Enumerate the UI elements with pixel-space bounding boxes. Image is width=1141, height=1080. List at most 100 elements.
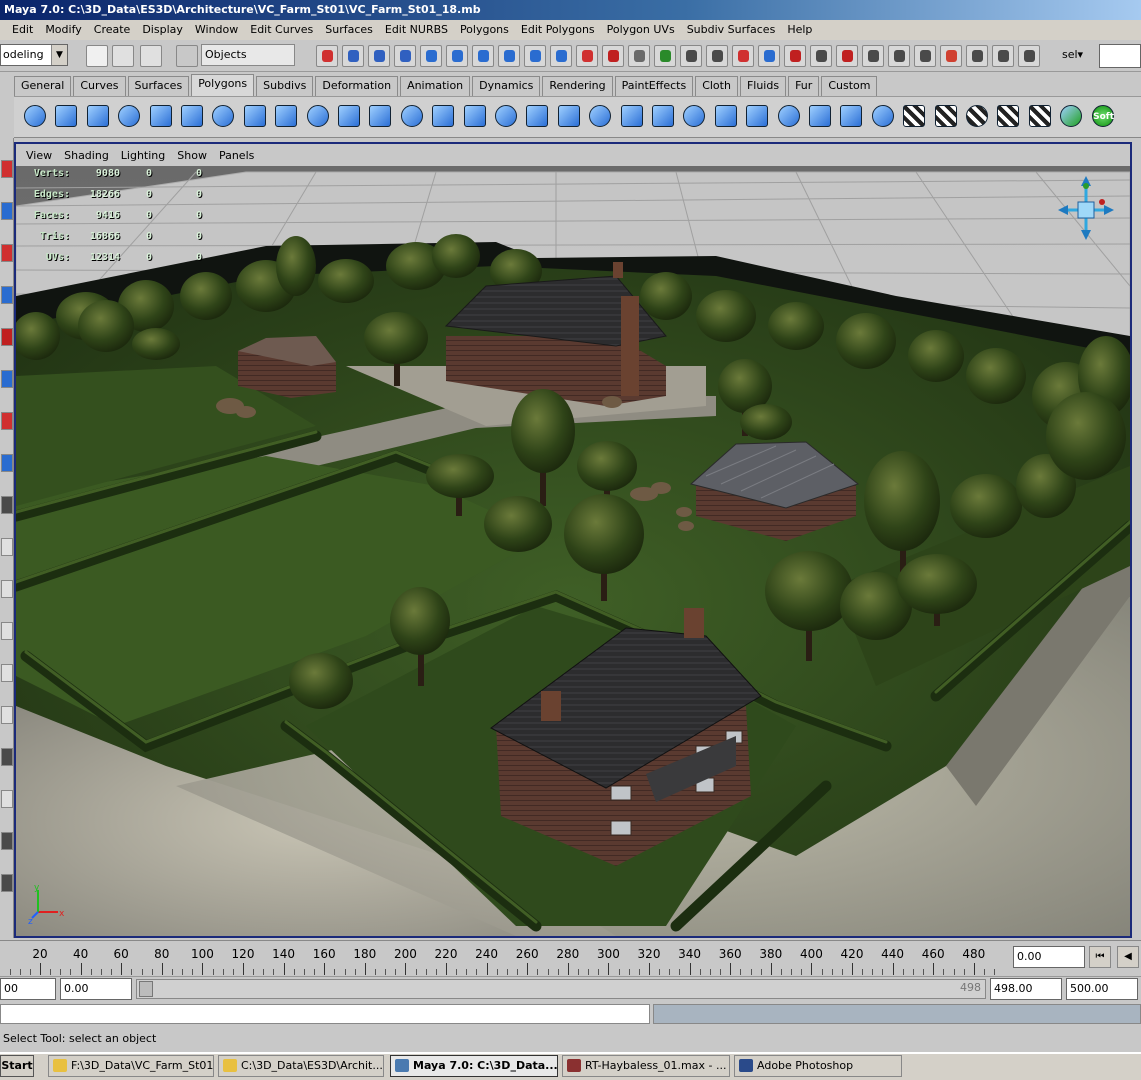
selection-mask-field[interactable]: Objects: [201, 44, 295, 66]
menu-edit-polygons[interactable]: Edit Polygons: [515, 20, 601, 40]
range-slider[interactable]: 498: [136, 979, 986, 999]
selection-constraint-icon[interactable]: [1056, 101, 1086, 131]
scale-tool-icon[interactable]: [1, 328, 13, 346]
joint-icon[interactable]: [524, 45, 546, 67]
warning-icon[interactable]: [1, 874, 13, 892]
menu-edit-nurbs[interactable]: Edit NURBS: [379, 20, 454, 40]
manipulator-icon[interactable]: [1, 370, 13, 388]
select-by-hierarchy-icon[interactable]: [316, 45, 338, 67]
start-button[interactable]: Start: [0, 1055, 34, 1077]
cylindrical-mapping-icon[interactable]: [774, 101, 804, 131]
move-constraint-icon[interactable]: [420, 45, 442, 67]
tab-fluids[interactable]: Fluids: [739, 76, 787, 96]
persp-graph-icon[interactable]: [1, 664, 13, 682]
menu-edit[interactable]: Edit: [6, 20, 39, 40]
ipr-render-icon[interactable]: [862, 45, 884, 67]
subdivide-icon[interactable]: [648, 101, 678, 131]
extrude-face-icon[interactable]: [365, 101, 395, 131]
flag-icon[interactable]: [899, 101, 929, 131]
append-polygon-icon[interactable]: [522, 101, 552, 131]
channel-box-icon[interactable]: [914, 45, 936, 67]
move-tool-icon[interactable]: [1, 244, 13, 262]
layout-icon[interactable]: [1018, 45, 1040, 67]
planar-mapping-icon[interactable]: [742, 101, 772, 131]
view-axis-icon[interactable]: [1058, 176, 1114, 240]
last-tool-icon[interactable]: [1, 496, 13, 514]
tab-dynamics[interactable]: Dynamics: [472, 76, 541, 96]
layout-icon[interactable]: [1, 790, 13, 808]
wedge-faces-icon[interactable]: [617, 101, 647, 131]
menu-polygon-uvs[interactable]: Polygon UVs: [601, 20, 681, 40]
taskbar-item[interactable]: F:\3D_Data\VC_Farm_St01: [48, 1055, 214, 1077]
construction-history-icon[interactable]: [810, 45, 832, 67]
perspective-viewport[interactable]: x y z Verts: 9080 0 0 Edges: 18266 0 0 Faces: 941…: [16, 166, 1130, 936]
sculpt-icon[interactable]: [962, 101, 992, 131]
chevron-down-icon[interactable]: ▼: [51, 45, 67, 65]
taskbar-item[interactable]: C:\3D_Data\ES3D\Archit...: [218, 1055, 384, 1077]
taskbar-item[interactable]: Adobe Photoshop: [734, 1055, 902, 1077]
pick-mask-icon[interactable]: [394, 45, 416, 67]
poly-torus-icon[interactable]: [177, 101, 207, 131]
show-manipulator-icon[interactable]: [1, 454, 13, 472]
extrude-edge-icon[interactable]: [397, 101, 427, 131]
menu-help[interactable]: Help: [781, 20, 818, 40]
extract-icon[interactable]: [491, 101, 521, 131]
step-back-icon[interactable]: ◀: [1117, 946, 1139, 968]
soft-mod-icon[interactable]: [1, 412, 13, 430]
uv-texture-editor-icon[interactable]: [868, 101, 898, 131]
menu-surfaces[interactable]: Surfaces: [319, 20, 379, 40]
playback-end-field[interactable]: 498.00: [990, 978, 1062, 1000]
menu-set-select[interactable]: odeling ▼: [0, 44, 68, 66]
select-by-component-icon[interactable]: [368, 45, 390, 67]
duplicate-face-icon[interactable]: [460, 101, 490, 131]
save-scene-icon[interactable]: [140, 45, 162, 67]
playback-start-field[interactable]: 0.00: [60, 978, 132, 1000]
menu-modify[interactable]: Modify: [39, 20, 87, 40]
panel-menu-lighting[interactable]: Lighting: [115, 149, 171, 162]
tool-settings-icon[interactable]: [966, 45, 988, 67]
panel-menu-show[interactable]: Show: [171, 149, 213, 162]
menu-subdiv-surfaces[interactable]: Subdiv Surfaces: [681, 20, 782, 40]
split-polygon-icon[interactable]: [554, 101, 584, 131]
go-to-start-icon[interactable]: ⏮: [1089, 946, 1111, 968]
snap-curve-icon[interactable]: [706, 45, 728, 67]
poly-cone-icon[interactable]: [114, 101, 144, 131]
tab-painteffects[interactable]: PaintEffects: [614, 76, 694, 96]
tab-custom[interactable]: Custom: [821, 76, 878, 96]
tab-polygons[interactable]: Polygons: [191, 74, 255, 96]
rotate-tool-icon[interactable]: [1, 286, 13, 304]
tab-subdivs[interactable]: Subdivs: [256, 76, 314, 96]
handle-icon[interactable]: [576, 45, 598, 67]
snap-point-icon[interactable]: [732, 45, 754, 67]
checker-icon[interactable]: [931, 101, 961, 131]
combine-icon[interactable]: [240, 101, 270, 131]
attribute-editor-icon[interactable]: [940, 45, 962, 67]
current-frame-field[interactable]: 0.00: [1013, 946, 1085, 968]
surface-icon[interactable]: [472, 45, 494, 67]
new-scene-icon[interactable]: [86, 45, 108, 67]
separate-icon[interactable]: [271, 101, 301, 131]
menu-create[interactable]: Create: [88, 20, 137, 40]
snap-grid-icon[interactable]: [680, 45, 702, 67]
auto-mapping-icon[interactable]: [836, 101, 866, 131]
help-icon[interactable]: [654, 45, 676, 67]
tab-curves[interactable]: Curves: [73, 76, 126, 96]
poly-plane-icon[interactable]: [146, 101, 176, 131]
four-pane-icon[interactable]: [1, 580, 13, 598]
time-slider[interactable]: 20 40 60 80 100 120 140 160 180 200 220 240 260 280 30…: [0, 940, 1141, 976]
render-globals-icon[interactable]: [888, 45, 910, 67]
lock-icon[interactable]: [602, 45, 624, 67]
move-tool-icon[interactable]: [993, 101, 1023, 131]
animation-end-field[interactable]: 500.00: [1066, 978, 1138, 1000]
boolean-union-icon[interactable]: [303, 101, 333, 131]
spherical-mapping-icon[interactable]: [805, 101, 835, 131]
poly-pipe-icon[interactable]: [208, 101, 238, 131]
open-scene-icon[interactable]: [112, 45, 134, 67]
select-tool-icon[interactable]: [1025, 101, 1055, 131]
layout-icon[interactable]: [1, 748, 13, 766]
select-tool-icon[interactable]: [1, 160, 13, 178]
deformer-icon[interactable]: [498, 45, 520, 67]
poly-cube-icon[interactable]: [51, 101, 81, 131]
tab-animation[interactable]: Animation: [400, 76, 471, 96]
tab-fur[interactable]: Fur: [788, 76, 820, 96]
